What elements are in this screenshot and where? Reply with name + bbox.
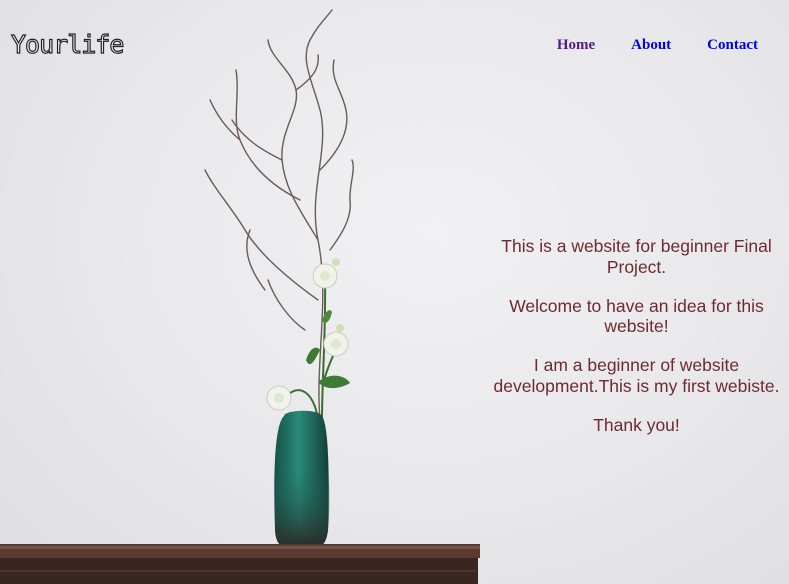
nav-contact-link[interactable]: Contact [707, 37, 758, 54]
intro-paragraph: This is a website for beginner Final Pro… [501, 236, 772, 277]
nav-home-link[interactable]: Home [557, 37, 595, 54]
intro-text: This is a website for beginner Final Pro… [490, 236, 783, 454]
main-nav: Home About Contact [557, 37, 758, 54]
intro-paragraph: Thank you! [593, 414, 680, 435]
intro-paragraph: I am a beginner of website development.T… [493, 355, 780, 396]
site-logo[interactable]: Yourlife [10, 29, 125, 59]
nav-about-link[interactable]: About [631, 37, 671, 54]
intro-paragraph: Welcome to have an idea for this website… [509, 295, 764, 337]
